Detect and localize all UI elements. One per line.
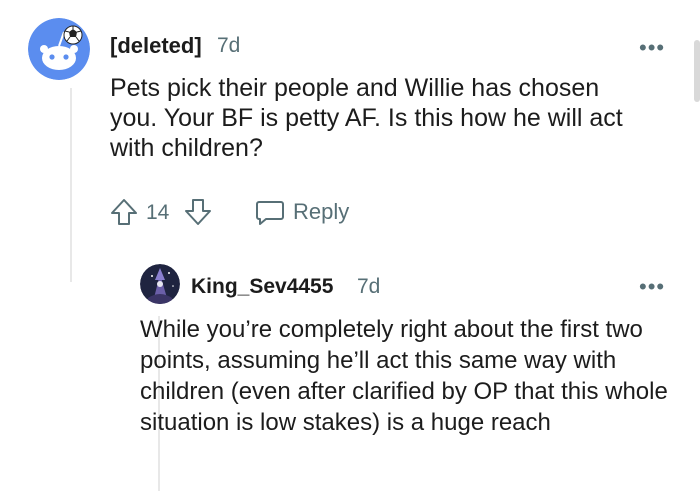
- upvote-icon: [111, 199, 137, 225]
- reply-body: While you’re completely right about the …: [140, 316, 668, 436]
- thread-connector: [70, 222, 72, 282]
- more-options-icon[interactable]: •••: [639, 37, 665, 59]
- downvote-button[interactable]: [182, 196, 214, 228]
- more-options-icon[interactable]: •••: [639, 276, 665, 298]
- downvote-icon: [185, 199, 211, 225]
- scrollbar[interactable]: [694, 40, 700, 102]
- comment-body: Pets pick their people and Willie has ch…: [110, 74, 623, 162]
- thread-line: [70, 88, 72, 223]
- comment-username[interactable]: [deleted]: [110, 33, 202, 59]
- upvote-button[interactable]: [108, 196, 140, 228]
- deleted-user-avatar[interactable]: [28, 18, 90, 80]
- reply-bubble-icon: [256, 201, 284, 225]
- vote-count: 14: [146, 201, 170, 224]
- reply-age: 7d: [357, 275, 381, 298]
- reply-user-avatar[interactable]: [140, 264, 180, 304]
- reply-label: Reply: [293, 199, 350, 224]
- reply-username[interactable]: King_Sev4455: [191, 275, 333, 299]
- comment-age: 7d: [217, 34, 241, 57]
- reply-button[interactable]: Reply: [254, 197, 349, 227]
